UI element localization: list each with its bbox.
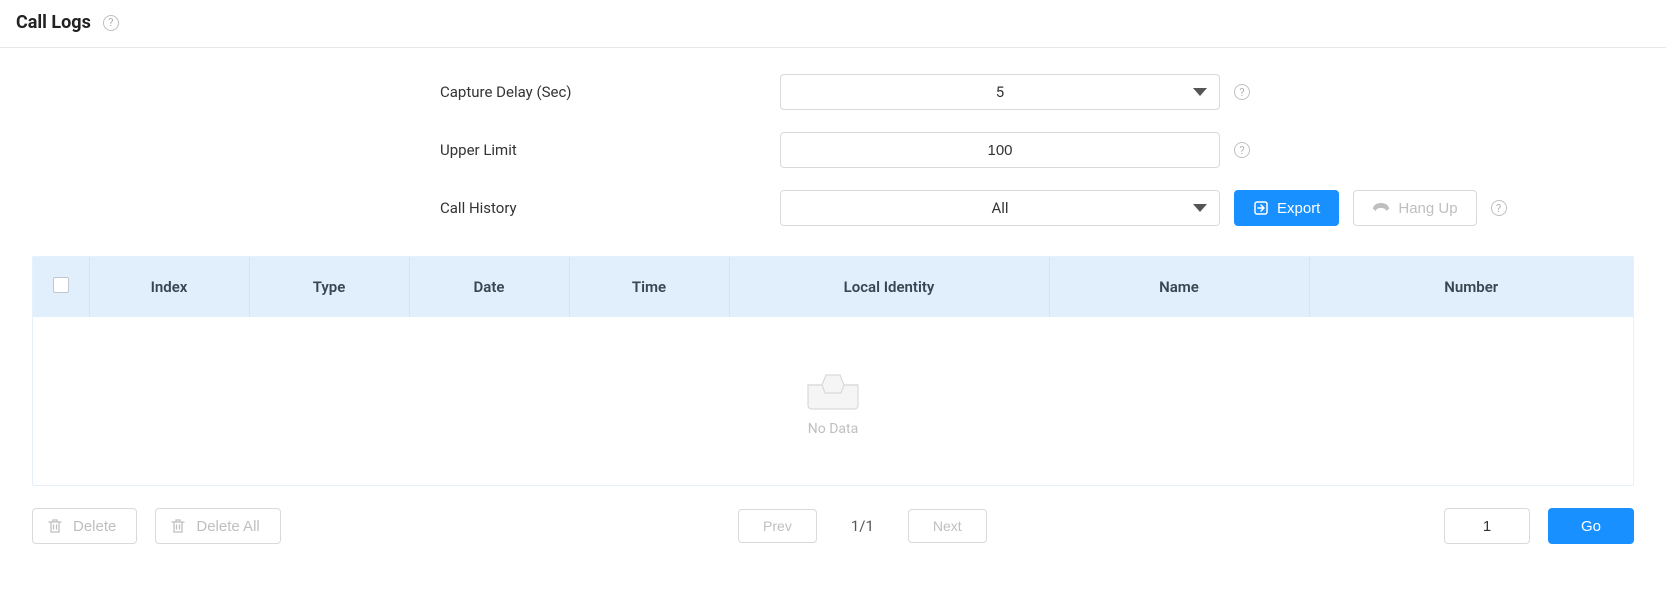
go-button[interactable]: Go bbox=[1548, 508, 1634, 544]
call-logs-table: Index Type Date Time Local Identity Name… bbox=[33, 257, 1633, 485]
page-indicator: 1/1 bbox=[851, 517, 874, 535]
row-capture-delay: Capture Delay (Sec) 5 ? bbox=[0, 74, 1666, 110]
export-button[interactable]: Export bbox=[1234, 190, 1339, 226]
phone-icon bbox=[1372, 202, 1390, 214]
th-local-identity: Local Identity bbox=[729, 257, 1049, 317]
page-input[interactable] bbox=[1444, 508, 1530, 544]
footer-right: Go bbox=[1444, 508, 1634, 544]
chevron-down-icon bbox=[1193, 88, 1207, 96]
call-history-label: Call History bbox=[0, 199, 780, 217]
th-name: Name bbox=[1049, 257, 1309, 317]
call-history-select[interactable]: All bbox=[780, 190, 1220, 226]
select-all-checkbox[interactable] bbox=[53, 277, 69, 293]
table-header-row: Index Type Date Time Local Identity Name… bbox=[33, 257, 1633, 317]
capture-delay-select[interactable]: 5 bbox=[780, 74, 1220, 110]
trash-icon bbox=[170, 518, 186, 534]
th-checkbox bbox=[33, 257, 89, 317]
row-call-history: Call History All Export Hang Up ? bbox=[0, 190, 1666, 226]
delete-label: Delete bbox=[73, 518, 116, 535]
capture-delay-value: 5 bbox=[996, 83, 1004, 101]
delete-all-label: Delete All bbox=[196, 518, 259, 535]
page-title: Call Logs bbox=[16, 12, 91, 33]
page-header: Call Logs ? bbox=[0, 0, 1666, 48]
call-history-value: All bbox=[991, 199, 1008, 217]
hangup-label: Hang Up bbox=[1398, 200, 1457, 217]
upper-limit-label: Upper Limit bbox=[0, 141, 780, 159]
empty-row: No Data bbox=[33, 317, 1633, 485]
help-icon[interactable]: ? bbox=[1234, 142, 1250, 158]
row-upper-limit: Upper Limit ? bbox=[0, 132, 1666, 168]
next-button: Next bbox=[908, 509, 987, 543]
footer-bar: Delete Delete All Prev 1/1 Next Go bbox=[0, 486, 1666, 566]
export-label: Export bbox=[1277, 200, 1320, 217]
th-time: Time bbox=[569, 257, 729, 317]
prev-button: Prev bbox=[738, 509, 817, 543]
th-type: Type bbox=[249, 257, 409, 317]
table-container: Index Type Date Time Local Identity Name… bbox=[32, 256, 1634, 486]
chevron-down-icon bbox=[1193, 204, 1207, 212]
table-section: Index Type Date Time Local Identity Name… bbox=[0, 256, 1666, 486]
help-icon[interactable]: ? bbox=[1234, 84, 1250, 100]
upper-limit-input[interactable] bbox=[780, 132, 1220, 168]
delete-all-button: Delete All bbox=[155, 508, 280, 544]
help-icon[interactable]: ? bbox=[1491, 200, 1507, 216]
empty-state: No Data bbox=[33, 317, 1633, 485]
inbox-icon bbox=[33, 367, 1633, 411]
empty-text: No Data bbox=[33, 421, 1633, 437]
trash-icon bbox=[47, 518, 63, 534]
help-icon[interactable]: ? bbox=[103, 15, 119, 31]
capture-delay-label: Capture Delay (Sec) bbox=[0, 83, 780, 101]
form-section: Capture Delay (Sec) 5 ? Upper Limit ? Ca… bbox=[0, 48, 1666, 256]
th-date: Date bbox=[409, 257, 569, 317]
footer-center: Prev 1/1 Next bbox=[281, 509, 1444, 543]
hangup-button: Hang Up bbox=[1353, 190, 1476, 226]
th-number: Number bbox=[1309, 257, 1633, 317]
export-icon bbox=[1253, 200, 1269, 216]
footer-left: Delete Delete All bbox=[32, 508, 281, 544]
delete-button: Delete bbox=[32, 508, 137, 544]
th-index: Index bbox=[89, 257, 249, 317]
